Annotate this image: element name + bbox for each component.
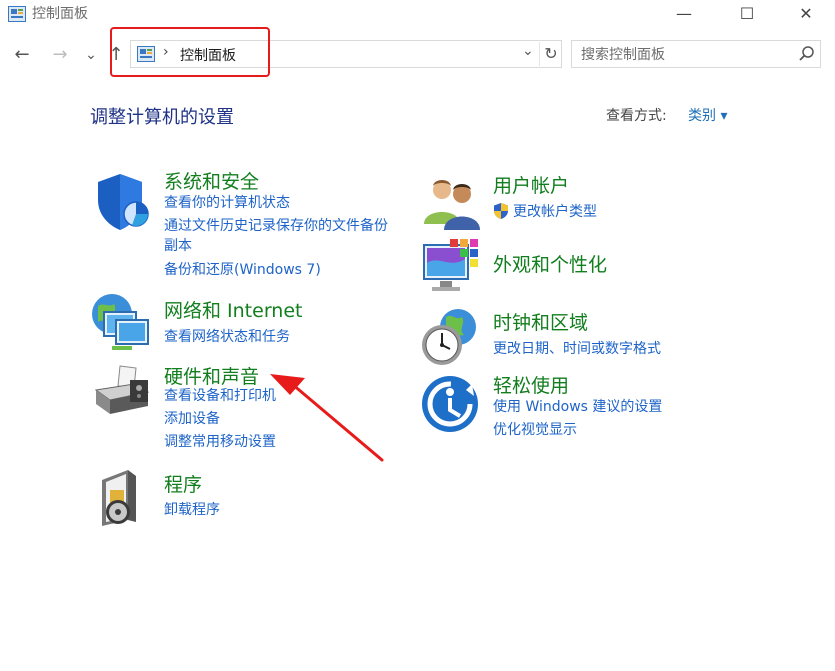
link-mobility-settings[interactable]: 调整常用移动设置	[164, 432, 276, 452]
programs-icon[interactable]	[92, 466, 156, 530]
link-change-date-time-format[interactable]: 更改日期、时间或数字格式	[493, 339, 661, 359]
link-add-device[interactable]: 添加设备	[164, 409, 220, 429]
clock-globe-icon[interactable]	[418, 305, 482, 369]
address-dropdown-button[interactable]: ⌄	[522, 43, 534, 59]
view-by-dropdown[interactable]: 类别 ▾	[688, 105, 727, 125]
category-ease-of-access[interactable]: 轻松使用	[493, 371, 569, 398]
link-view-computer-status[interactable]: 查看你的计算机状态	[164, 193, 290, 213]
category-programs[interactable]: 程序	[164, 470, 202, 497]
user-accounts-icon[interactable]	[420, 172, 484, 236]
personalization-icon[interactable]	[420, 235, 484, 299]
ease-of-access-icon[interactable]	[420, 372, 484, 436]
title-bar: 控制面板 — ☐ ✕	[0, 0, 835, 30]
link-change-account-type[interactable]: 更改帐户类型	[513, 202, 597, 222]
close-button[interactable]: ✕	[786, 2, 826, 26]
category-network-internet[interactable]: 网络和 Internet	[164, 296, 302, 323]
network-icon[interactable]	[90, 290, 154, 354]
category-user-accounts[interactable]: 用户帐户	[493, 171, 569, 198]
category-appearance-personalization[interactable]: 外观和个性化	[493, 250, 607, 277]
back-button[interactable]: ←	[11, 42, 33, 68]
uac-shield-icon	[494, 203, 508, 219]
category-hardware-sound[interactable]: 硬件和声音	[164, 362, 259, 389]
link-windows-recommended-settings[interactable]: 使用 Windows 建议的设置	[493, 397, 662, 417]
link-file-history-backup-cont[interactable]: 副本	[164, 236, 192, 256]
search-box[interactable]	[571, 40, 821, 69]
control-panel-icon	[8, 6, 26, 22]
refresh-button[interactable]: ↻	[539, 42, 562, 66]
link-uninstall-program[interactable]: 卸载程序	[164, 500, 220, 520]
category-system-security[interactable]: 系统和安全	[164, 167, 259, 194]
link-devices-printers[interactable]: 查看设备和打印机	[164, 386, 276, 406]
printer-icon[interactable]	[90, 362, 154, 426]
forward-button[interactable]: →	[49, 42, 71, 68]
search-input[interactable]	[572, 41, 803, 69]
window-title: 控制面板	[32, 6, 88, 22]
link-backup-restore[interactable]: 备份和还原(Windows 7)	[164, 260, 321, 280]
recent-locations-button[interactable]: ⌄	[80, 42, 102, 68]
search-icon[interactable]	[796, 43, 818, 65]
link-file-history-backup[interactable]: 通过文件历史记录保存你的文件备份	[164, 216, 388, 236]
category-clock-region[interactable]: 时钟和区域	[493, 308, 588, 335]
link-optimize-visual-display[interactable]: 优化视觉显示	[493, 420, 577, 440]
view-by-label: 查看方式:	[606, 108, 667, 124]
link-network-status[interactable]: 查看网络状态和任务	[164, 327, 290, 347]
page-title: 调整计算机的设置	[90, 107, 234, 128]
minimize-button[interactable]: —	[664, 2, 704, 26]
annotation-highlight-box	[110, 27, 270, 77]
shield-icon[interactable]	[92, 170, 156, 234]
maximize-button[interactable]: ☐	[727, 2, 767, 26]
